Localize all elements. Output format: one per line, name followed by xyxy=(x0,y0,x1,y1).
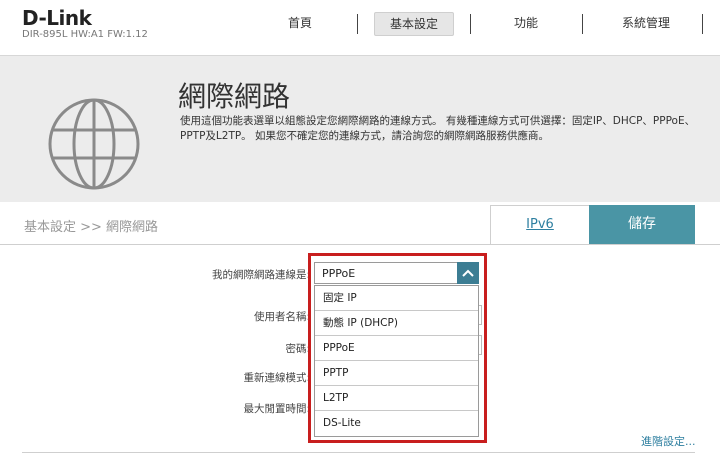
nav-basic-settings[interactable]: 基本設定 xyxy=(374,12,454,36)
option-l2tp[interactable]: L2TP xyxy=(315,386,478,411)
option-ds-lite[interactable]: DS-Lite xyxy=(315,411,478,436)
dlink-logo: D-Link xyxy=(22,6,92,30)
nav-separator xyxy=(702,14,703,34)
model-info: DIR-895L HW:A1 FW:1.12 xyxy=(22,29,148,40)
nav-home[interactable]: 首頁 xyxy=(270,12,330,36)
ipv6-tab[interactable]: IPv6 xyxy=(490,205,590,244)
nav-separator xyxy=(357,14,358,34)
password-label: 密碼: xyxy=(285,343,310,355)
nav-features[interactable]: 功能 xyxy=(494,12,558,36)
nav-management[interactable]: 系統管理 xyxy=(606,12,686,36)
divider xyxy=(0,244,720,245)
nav-separator xyxy=(470,14,471,34)
connection-type-select[interactable]: PPPoE xyxy=(314,262,479,284)
top-header: D-Link DIR-895L HW:A1 FW:1.12 首頁 基本設定 功能… xyxy=(0,0,720,44)
connection-type-label: 我的網際網路連線是: xyxy=(211,269,310,281)
advanced-settings-link[interactable]: 進階設定... xyxy=(641,433,696,449)
sub-toolbar: 基本設定 >> 網際網路 IPv6 儲存 xyxy=(0,202,720,244)
connection-type-options: 固定 IP 動態 IP (DHCP) PPPoE PPTP L2TP DS-Li… xyxy=(314,285,479,437)
option-pptp[interactable]: PPTP xyxy=(315,361,478,386)
reconnect-mode-label: 重新連線模式: xyxy=(243,372,310,384)
option-dhcp[interactable]: 動態 IP (DHCP) xyxy=(315,311,478,336)
page-banner: 網際網路 使用這個功能表選單以組態設定您網際網路的連線方式。 有幾種連線方式可供… xyxy=(0,55,720,202)
breadcrumb: 基本設定 >> 網際網路 xyxy=(24,220,159,235)
nav-separator xyxy=(582,14,583,34)
divider xyxy=(22,452,695,453)
page-title: 網際網路 xyxy=(178,80,291,113)
option-static-ip[interactable]: 固定 IP xyxy=(315,286,478,311)
save-button[interactable]: 儲存 xyxy=(589,205,695,244)
option-pppoe[interactable]: PPPoE xyxy=(315,336,478,361)
page-description: 使用這個功能表選單以組態設定您網際網路的連線方式。 有幾種連線方式可供選擇：固定… xyxy=(180,115,696,142)
chevron-up-icon[interactable] xyxy=(457,262,479,284)
select-value: PPPoE xyxy=(322,267,356,280)
globe-icon xyxy=(48,98,140,190)
username-label: 使用者名稱: xyxy=(253,311,310,323)
max-idle-time-label: 最大閒置時間: xyxy=(243,403,310,415)
